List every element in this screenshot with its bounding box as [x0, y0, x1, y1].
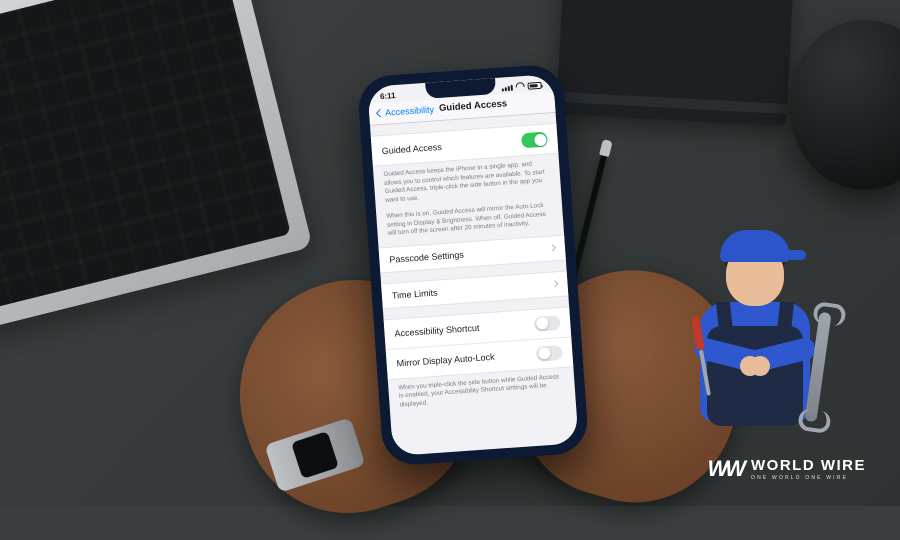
back-button[interactable]: Accessibility: [377, 104, 435, 118]
row-label: Passcode Settings: [389, 249, 464, 264]
chevron-right-icon: [549, 244, 556, 251]
row-label: Guided Access: [381, 141, 442, 155]
world-wire-logo: WW WORLD WIRE ONE WORLD ONE WIRE: [707, 456, 866, 482]
back-label: Accessibility: [385, 104, 435, 117]
notebook-prop: [556, 0, 794, 126]
settings-content: Guided Access Guided Access keeps the iP…: [370, 113, 576, 418]
cellular-signal-icon: [502, 84, 513, 91]
desk-background: 6:11 Accessibility Guided Access: [0, 0, 900, 506]
status-indicators: [501, 81, 542, 93]
status-time: 6:11: [380, 91, 396, 101]
wifi-icon: [515, 82, 525, 92]
laptop-prop: [0, 0, 313, 344]
logo-mark: WW: [707, 456, 743, 482]
iphone-screen: 6:11 Accessibility Guided Access: [367, 74, 578, 456]
coffee-mug-prop: [790, 20, 900, 190]
chevron-right-icon: [551, 280, 558, 287]
brand-tagline: ONE WORLD ONE WIRE: [751, 475, 866, 481]
row-label: Mirror Display Auto-Lock: [396, 352, 494, 369]
toggle-switch-off[interactable]: [534, 315, 561, 332]
chevron-left-icon: [376, 108, 384, 116]
toggle-switch-off[interactable]: [536, 345, 563, 362]
toggle-switch-on[interactable]: [521, 132, 548, 149]
brand-name: WORLD WIRE: [751, 458, 866, 473]
iphone-device: 6:11 Accessibility Guided Access: [357, 63, 590, 466]
row-label: Time Limits: [392, 287, 438, 300]
page-title: Guided Access: [439, 98, 508, 114]
technician-illustration: [680, 216, 830, 436]
row-label: Accessibility Shortcut: [394, 323, 480, 339]
cap-icon: [720, 230, 790, 262]
battery-icon: [527, 82, 541, 90]
